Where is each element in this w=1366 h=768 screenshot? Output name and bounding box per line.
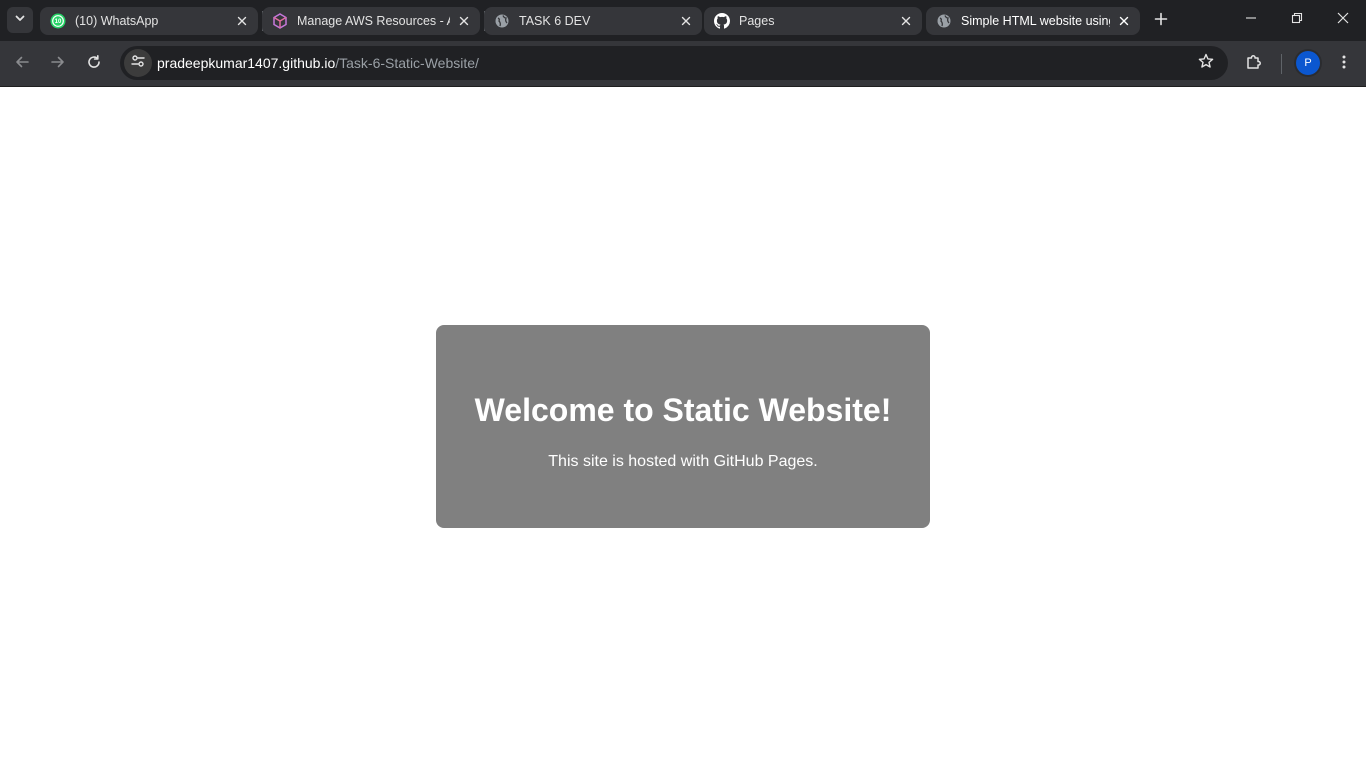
page-heading: Welcome to Static Website! [474,392,892,428]
menu-button[interactable] [1329,49,1359,79]
tab-title: (10) WhatsApp [75,14,159,28]
tab-title: Pages [739,14,775,28]
tab-title: TASK 6 DEV [519,14,591,28]
url-path: /Task-6-Static-Website/ [335,55,479,71]
arrow-right-icon [50,54,66,75]
forward-button[interactable] [43,49,73,79]
restore-icon [1291,11,1303,29]
aws-cube-icon [272,13,288,29]
tab-task6-dev[interactable]: TASK 6 DEV [484,7,702,35]
welcome-card: Welcome to Static Website! This site is … [436,325,930,528]
tab-whatsapp[interactable]: 10 (10) WhatsApp [40,7,258,35]
site-info-button[interactable] [124,49,152,77]
browser-toolbar: pradeepkumar1407.github.io/Task-6-Static… [0,41,1366,87]
puzzle-piece-icon [1245,53,1263,76]
more-vertical-icon [1336,54,1352,75]
toolbar-separator [1281,54,1282,74]
url-text[interactable]: pradeepkumar1407.github.io/Task-6-Static… [157,55,479,71]
tab-pages[interactable]: Pages [704,7,922,35]
tune-icon [130,53,146,74]
close-icon[interactable] [898,13,914,29]
tab-simple-html-website[interactable]: Simple HTML website using [926,7,1140,35]
reload-button[interactable] [79,49,109,79]
close-window-button[interactable] [1320,0,1366,40]
globe-icon [494,13,510,29]
profile-avatar[interactable]: P [1296,51,1320,75]
whatsapp-badge: 10 [55,19,62,25]
page-subtext: This site is hosted with GitHub Pages. [548,453,818,470]
tab-strip: 10 (10) WhatsApp Manage AWS Resources - … [0,0,1366,41]
chevron-down-icon [14,11,26,29]
close-icon[interactable] [1116,13,1132,29]
new-tab-button[interactable] [1148,8,1174,34]
restore-button[interactable] [1274,0,1320,40]
tab-aws[interactable]: Manage AWS Resources - AW [262,7,480,35]
minimize-icon [1245,11,1257,29]
close-icon [1337,11,1349,29]
address-bar[interactable]: pradeepkumar1407.github.io/Task-6-Static… [120,46,1228,80]
extensions-button[interactable] [1239,49,1269,79]
close-icon[interactable] [456,13,472,29]
url-host: pradeepkumar1407.github.io [157,55,336,71]
tab-search-button[interactable] [7,7,33,33]
minimize-button[interactable] [1228,0,1274,40]
star-icon [1198,53,1214,74]
close-icon[interactable] [678,13,694,29]
globe-icon [936,13,952,29]
whatsapp-icon: 10 [50,13,66,29]
tab-title: Simple HTML website using [961,14,1110,28]
arrow-left-icon [14,54,30,75]
tab-title: Manage AWS Resources - AW [297,14,450,28]
reload-icon [86,54,102,75]
bookmark-star-button[interactable] [1196,53,1216,73]
page-viewport: Welcome to Static Website! This site is … [0,87,1366,768]
close-icon[interactable] [234,13,250,29]
github-icon [714,13,730,29]
back-button[interactable] [7,49,37,79]
plus-icon [1154,12,1168,31]
